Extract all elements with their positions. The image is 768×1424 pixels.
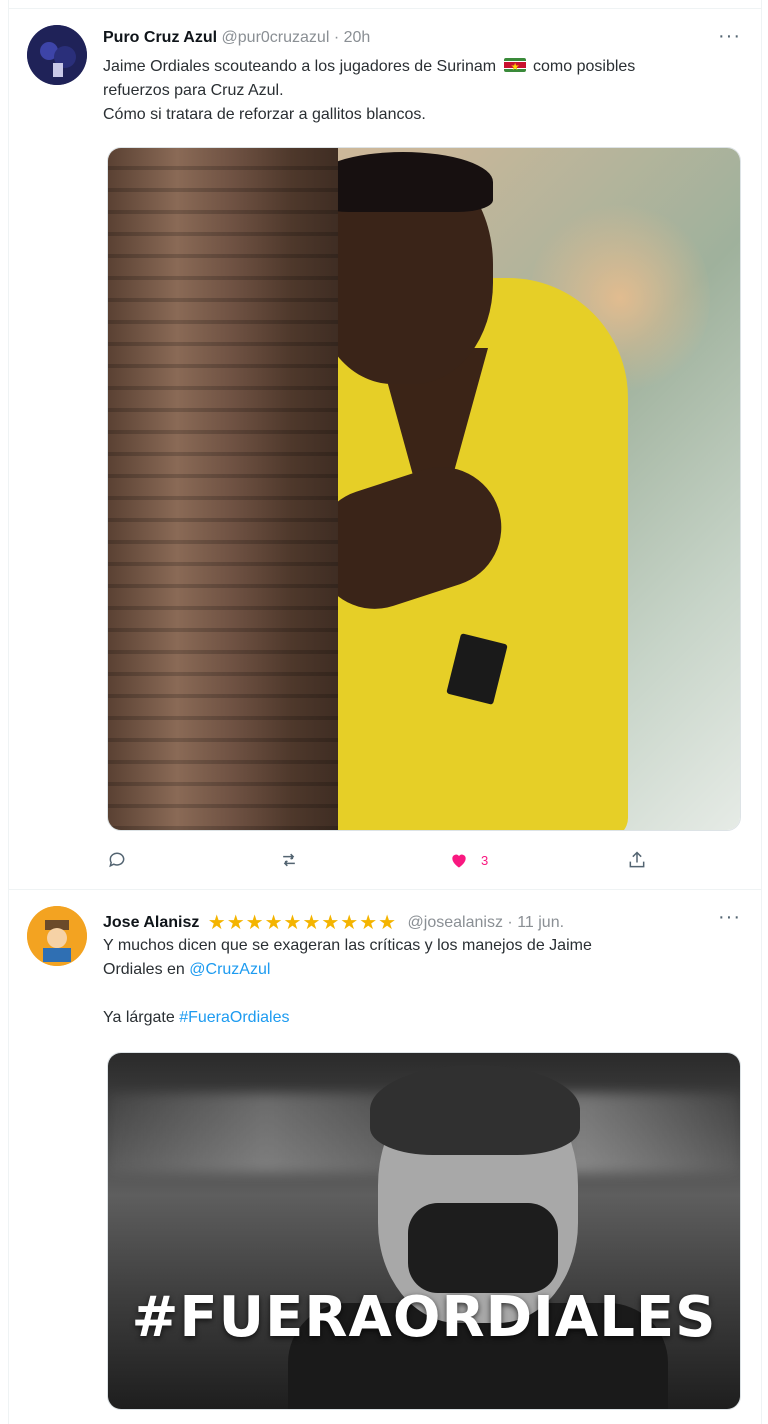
tweet-text: Jaime Ordiales scouteando a los jugadore… [103, 55, 733, 127]
image-hair [370, 1065, 580, 1155]
more-icon[interactable]: ··· [718, 906, 741, 929]
tweet-header: Puro Cruz Azul @pur0cruzazul · 20h ··· [103, 25, 741, 53]
author-name[interactable]: Jose Alanisz [103, 914, 199, 931]
flag-icon [503, 56, 526, 80]
avatar-image [27, 906, 87, 966]
author-name[interactable]: Puro Cruz Azul [103, 29, 217, 46]
retweet-button[interactable] [279, 847, 299, 873]
more-icon[interactable]: ··· [718, 25, 741, 48]
image-caption: #FUERAORDIALES [131, 1285, 717, 1350]
tweet-image[interactable]: #FUERAORDIALES [107, 1052, 741, 1410]
tweet-text-line: Ordiales en [103, 961, 190, 978]
image-hair [313, 152, 493, 212]
tweet-actions: 3 [107, 847, 647, 873]
tweet-text-line: Y muchos dicen que se exageran las críti… [103, 937, 592, 954]
separator: · [333, 29, 340, 46]
share-button[interactable] [627, 847, 647, 873]
image-mask [408, 1203, 558, 1293]
tweet-header: Jose Alanisz ★★★★★★★★★★ @josealanisz · 1… [103, 906, 741, 934]
separator: · [507, 914, 513, 931]
tweet-text-line: como posibles [533, 58, 636, 75]
timestamp[interactable]: 20h [344, 29, 371, 46]
image-tree-trunk [108, 148, 338, 830]
name-stars: ★★★★★★★★★★ [207, 912, 398, 934]
like-button[interactable]: 3 [449, 847, 488, 873]
timeline: Puro Cruz Azul @pur0cruzazul · 20h ··· J… [8, 0, 762, 1424]
share-icon [629, 851, 645, 868]
tweet[interactable]: Jose Alanisz ★★★★★★★★★★ @josealanisz · 1… [9, 890, 761, 1424]
tweet-text-line: Cómo si tratara de reforzar a gallitos b… [103, 106, 426, 123]
tweet-text-line: Ya lárgate [103, 1009, 180, 1026]
tweet-text-line: refuerzos para Cruz Azul. [103, 82, 284, 99]
tweet[interactable]: Puro Cruz Azul @pur0cruzazul · 20h ··· J… [9, 8, 761, 890]
avatar-image [27, 25, 87, 85]
hashtag-link[interactable]: #FueraOrdiales [179, 1009, 289, 1026]
reply-button[interactable] [107, 847, 127, 873]
tweet-image[interactable] [107, 147, 741, 831]
mention-link[interactable]: @CruzAzul [189, 961, 270, 978]
retweet-icon [283, 853, 295, 867]
avatar[interactable] [27, 906, 87, 966]
like-count: 3 [481, 852, 489, 868]
author-handle[interactable]: @josealanisz [408, 914, 503, 931]
reply-icon [109, 852, 125, 868]
author-handle[interactable]: @pur0cruzazul [222, 29, 330, 46]
avatar[interactable] [27, 25, 87, 85]
heart-icon [452, 854, 466, 868]
tweet-text-line: Jaime Ordiales scouteando a los jugadore… [103, 58, 497, 75]
timestamp[interactable]: 11 jun. [517, 914, 564, 931]
tweet-text: Y muchos dicen que se exageran las críti… [103, 934, 733, 1030]
